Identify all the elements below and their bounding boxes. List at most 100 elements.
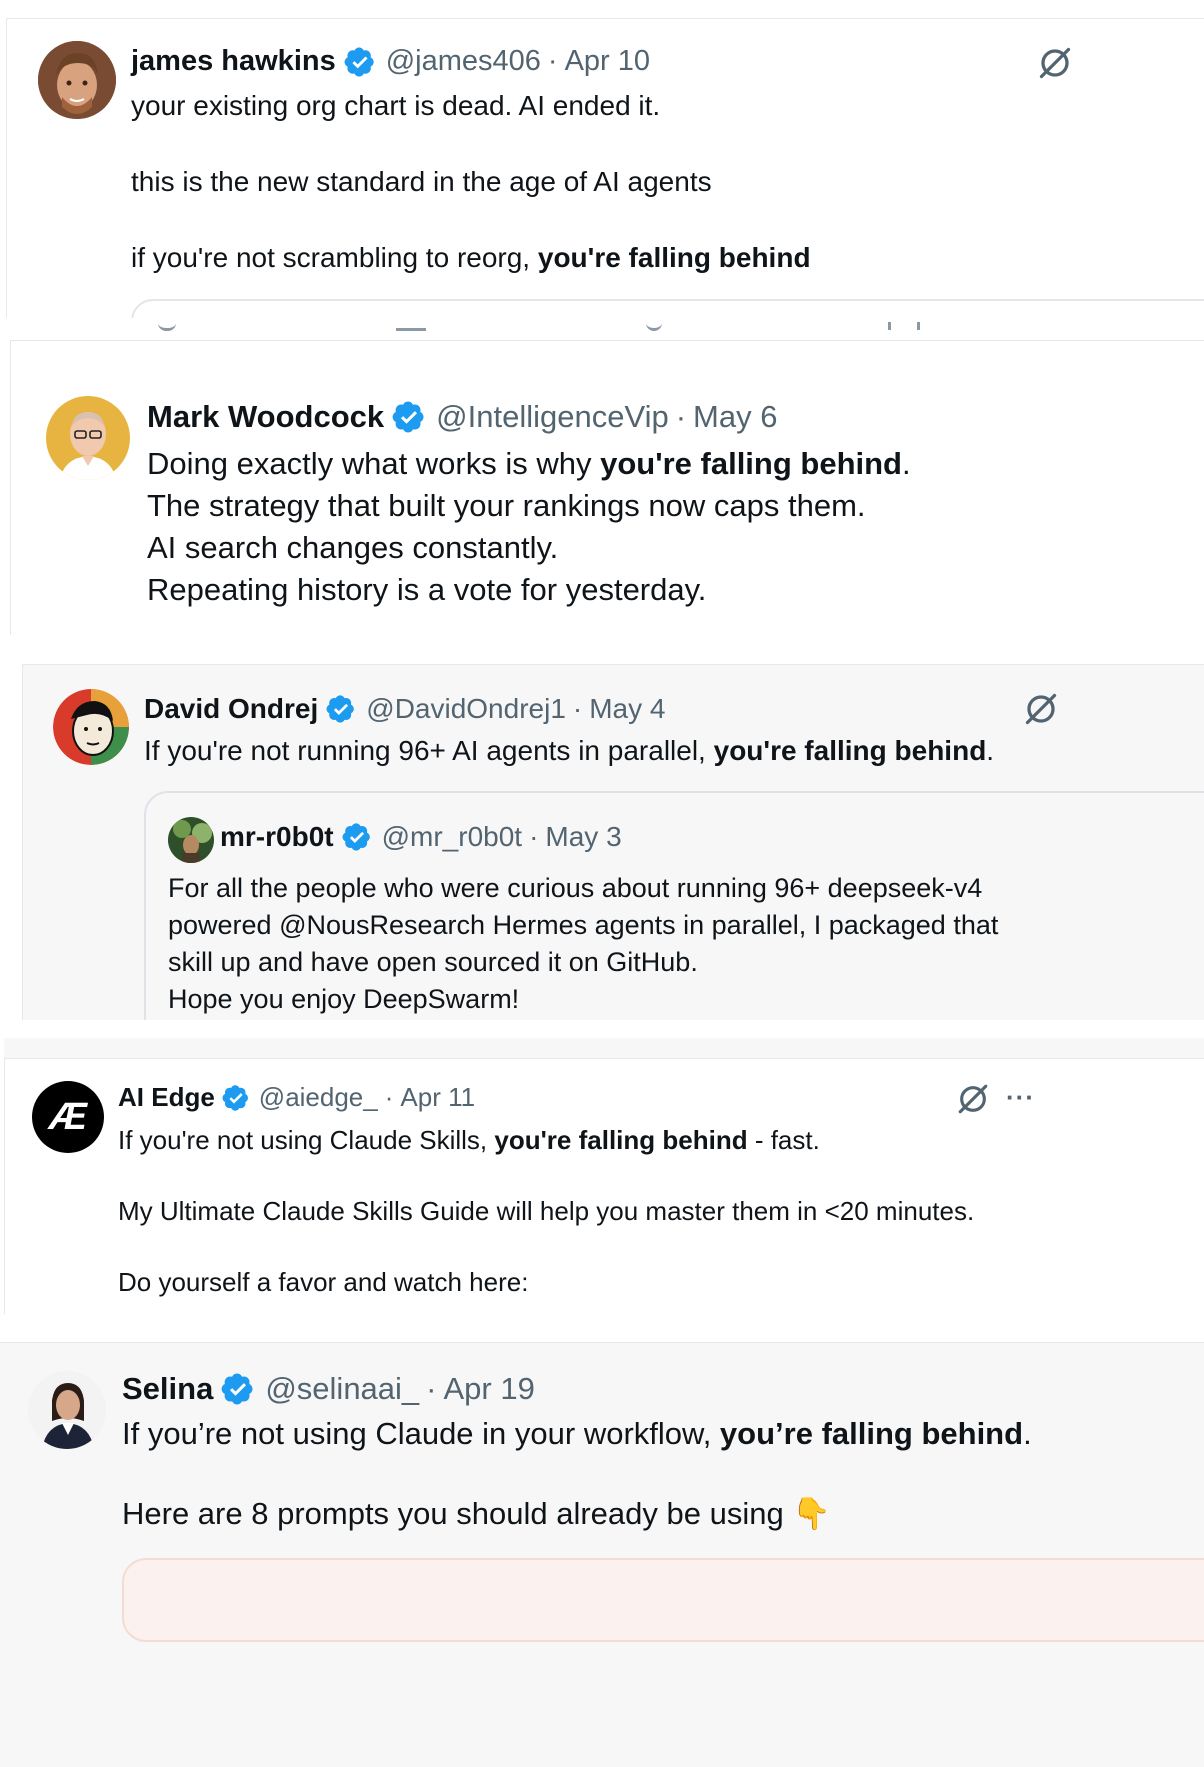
avatar-photo (46, 396, 130, 480)
tweet-line: The strategy that built your rankings no… (147, 488, 866, 523)
avatar-photo (38, 41, 116, 119)
verified-badge-icon (326, 694, 356, 724)
media-preview[interactable] (131, 299, 1204, 318)
tweet-text: Doing exactly what works is why you're f… (147, 443, 911, 611)
verified-badge-icon (392, 400, 426, 434)
tweet-line: Do yourself a favor and watch here: (118, 1267, 529, 1297)
tweet-text-plain: . (902, 446, 911, 481)
tweet-line: your existing org chart is dead. AI ende… (131, 90, 661, 121)
quoted-tweet[interactable]: mr-r0b0t @mr_r0b0t · May 3 For all the p… (144, 791, 1204, 1020)
tweet-line: If you're not using Claude Skills, you'r… (118, 1122, 974, 1158)
tweet-text: your existing org chart is dead. AI ende… (131, 87, 811, 277)
author-name[interactable]: Selina (122, 1371, 213, 1407)
tweet-card-1[interactable]: james hawkins @james406 · Apr 10 your ex… (6, 18, 1204, 318)
grok-icon[interactable] (1023, 691, 1059, 727)
tweet-text-bold: you're falling behind (600, 446, 902, 481)
repost-icon[interactable] (396, 318, 426, 331)
author-name[interactable]: james hawkins (131, 45, 336, 78)
author-name[interactable]: Mark Woodcock (147, 399, 384, 435)
avatar-logo-text: Æ (49, 1096, 87, 1138)
author-handle[interactable]: @IntelligenceVip (436, 399, 669, 435)
media-preview[interactable] (122, 1558, 1204, 1642)
action-row-fragment (150, 318, 1000, 340)
tweet-text: If you’re not using Claude in your workf… (122, 1413, 1032, 1535)
tweet-text-bold: you’re falling behind (719, 1416, 1024, 1451)
tweet-line: this is the new standard in the age of A… (131, 166, 712, 197)
views-icon[interactable] (888, 322, 920, 330)
separator: · (426, 1371, 437, 1406)
tweet-line: Doing exactly what works is why you're f… (147, 443, 911, 485)
tweet-line: My Ultimate Claude Skills Guide will hel… (118, 1196, 975, 1226)
avatar[interactable] (28, 1371, 106, 1449)
verified-badge-icon (222, 1084, 250, 1112)
tweet-text-plain: if you're not scrambling to reorg, (131, 242, 538, 273)
tweet-line: if you're not scrambling to reorg, you'r… (131, 239, 811, 277)
tweet-date[interactable]: May 6 (693, 399, 777, 435)
tweet-text-plain: . (986, 735, 995, 766)
author-handle[interactable]: @DavidOndrej1 (366, 693, 566, 725)
tweet-line: For all the people who were curious abou… (168, 873, 983, 903)
author-handle[interactable]: @mr_r0b0t (382, 821, 522, 853)
reply-icon[interactable] (158, 318, 176, 331)
tweet-date[interactable]: Apr 11 (400, 1082, 475, 1113)
avatar[interactable] (46, 396, 130, 480)
author-name[interactable]: AI Edge (118, 1082, 215, 1113)
tweet-text-bold: you're falling behind (494, 1125, 748, 1155)
separator: · (547, 45, 558, 77)
tweet-text-plain: If you're not using Claude Skills, (118, 1125, 495, 1155)
avatar[interactable] (38, 41, 116, 119)
tweet-text-plain: Doing exactly what works is why (147, 446, 601, 481)
author-handle[interactable]: @james406 (386, 45, 541, 78)
tweet-line: If you’re not using Claude in your workf… (122, 1413, 1032, 1455)
tweet-text-plain: Here are 8 prompts you should already be… (122, 1496, 784, 1531)
verified-badge-icon (221, 1372, 255, 1406)
point-down-emoji: 👇 (792, 1496, 831, 1531)
tweet-text: If you're not using Claude Skills, you'r… (118, 1122, 974, 1300)
like-icon[interactable] (646, 318, 662, 331)
grok-icon[interactable] (1037, 45, 1073, 81)
verified-badge-icon (344, 46, 376, 78)
author-handle[interactable]: @selinaai_ (265, 1371, 419, 1407)
tweet-line: Here are 8 prompts you should already be… (122, 1493, 1032, 1535)
tweet-text-plain: - fast. (747, 1125, 820, 1155)
tweet-text-bold: you're falling behind (713, 735, 987, 766)
separator: · (675, 399, 687, 434)
avatar[interactable] (53, 689, 129, 765)
tweet-line: skill up and have open sourced it on Git… (168, 947, 698, 977)
tweet-header: james hawkins @james406 · Apr 10 (131, 45, 650, 78)
tweet-text-bold: you're falling behind (537, 242, 811, 273)
tweet-header: mr-r0b0t @mr_r0b0t · May 3 (220, 821, 622, 853)
tweet-date[interactable]: Apr 19 (444, 1371, 535, 1407)
author-name[interactable]: David Ondrej (144, 693, 318, 725)
tweet-text-plain: If you're not running 96+ AI agents in p… (144, 735, 714, 766)
author-name[interactable]: mr-r0b0t (220, 821, 334, 853)
tweet-date[interactable]: Apr 10 (565, 45, 650, 78)
tweet-text-plain: . (1023, 1416, 1032, 1451)
tweet-header: Selina @selinaai_ · Apr 19 (122, 1371, 535, 1407)
tweet-card-5[interactable]: Selina @selinaai_ · Apr 19 If you’re not… (0, 1342, 1204, 1767)
tweet-line: Repeating history is a vote for yesterda… (147, 572, 707, 607)
tweet-card-3[interactable]: David Ondrej @DavidOndrej1 · May 4 If yo… (22, 664, 1204, 1020)
author-handle[interactable]: @aiedge_ (259, 1082, 378, 1113)
tweet-card-4[interactable]: Æ AI Edge @aiedge_ · Apr 11 ··· If you'r… (4, 1038, 1204, 1314)
avatar-photo (53, 689, 129, 765)
tweet-date[interactable]: May 4 (589, 693, 665, 725)
tweet-line: Hope you enjoy DeepSwarm! (168, 984, 520, 1014)
tweet-header: AI Edge @aiedge_ · Apr 11 (118, 1082, 475, 1113)
separator: · (384, 1082, 394, 1112)
avatar[interactable] (168, 817, 214, 863)
tweet-line: AI search changes constantly. (147, 530, 559, 565)
avatar[interactable]: Æ (32, 1081, 104, 1153)
tweet-card-2[interactable]: Mark Woodcock @IntelligenceVip · May 6 D… (10, 340, 1204, 635)
tweet-header: David Ondrej @DavidOndrej1 · May 4 (144, 693, 665, 725)
verified-badge-icon (342, 822, 372, 852)
grok-icon[interactable] (956, 1082, 990, 1116)
tweet-header: Mark Woodcock @IntelligenceVip · May 6 (147, 399, 777, 435)
separator: · (572, 693, 583, 724)
more-icon[interactable]: ··· (1006, 1082, 1035, 1113)
tweet-text: If you're not running 96+ AI agents in p… (144, 733, 994, 769)
tweet-line: If you're not running 96+ AI agents in p… (144, 733, 994, 769)
tweet-date[interactable]: May 3 (545, 821, 621, 853)
avatar-photo (28, 1371, 106, 1449)
separator: · (529, 821, 539, 852)
